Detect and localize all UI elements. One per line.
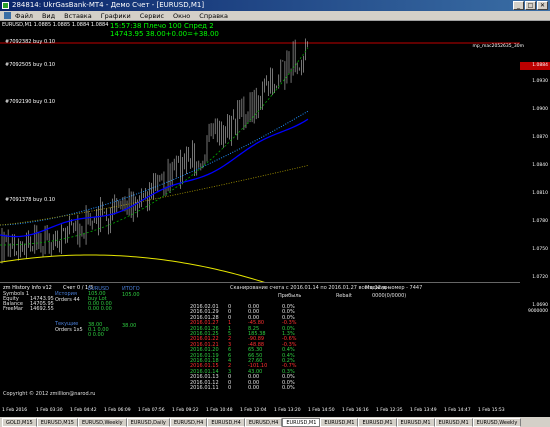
chart-tab[interactable]: EURUSD,M1	[282, 417, 321, 427]
price-label: 1.0780	[532, 219, 548, 224]
price-label: 1.0690	[532, 303, 548, 308]
close-button[interactable]: ✕	[537, 1, 548, 10]
blue-dotted-line	[0, 110, 309, 226]
app-icon	[2, 2, 9, 9]
chart-tab[interactable]: EURUSD,M1	[434, 417, 473, 427]
account-values: 14743.95 14705.95 14692.55	[30, 296, 54, 312]
chart-tab[interactable]: EURUSD,Weekly	[77, 417, 127, 427]
chart-tab[interactable]: EURUSD,H4	[207, 417, 245, 427]
current-values: 38.00 0.1 0.00 0 0.00	[88, 322, 109, 338]
chart-tab[interactable]: EURUSD,M1	[396, 417, 435, 427]
expert-name: mp_mac2052635_30m	[472, 44, 524, 49]
menu-window[interactable]: Окно	[173, 12, 190, 20]
history-total: 105.00	[122, 292, 140, 298]
chart-tab[interactable]: EURUSD,M15	[36, 417, 78, 427]
menu-charts[interactable]: Графики	[101, 12, 131, 20]
chart-header: EURUSD,M1 1.0885 1.0885 1.0884 1.0884	[2, 22, 109, 28]
green-envelope-line	[0, 47, 309, 246]
price-label: 1.0810	[532, 191, 548, 196]
menu-help[interactable]: Справка	[199, 12, 228, 20]
history-values: 105.00 buy Lot 0.00 0.00 0.00 0.00	[88, 291, 112, 312]
menu-file[interactable]: Файл	[15, 12, 33, 20]
magic-number: Маджик номер - 7447	[365, 285, 423, 291]
chart-tab[interactable]: EURUSD,M1	[358, 417, 397, 427]
price-label: 1.0870	[532, 135, 548, 140]
price-label: 1.0900	[532, 107, 548, 112]
rebate-value: 0000(0/0000)	[372, 293, 407, 299]
history-orders: Orders 44	[55, 297, 80, 303]
time-label: 1 Feb 2016	[2, 408, 28, 413]
time-label: 1 Feb 16:16	[342, 408, 369, 413]
chart-tab[interactable]: EURUSD,Weekly	[472, 417, 522, 427]
time-label: 1 Feb 12:04	[240, 408, 267, 413]
menu-tools[interactable]: Сервис	[140, 12, 164, 20]
menu-bar: Файл Вид Вставка Графики Сервис Окно Спр…	[0, 11, 550, 21]
panel-axis-label: 9000000	[527, 309, 548, 314]
order-label: #7091378 buy 0.10	[5, 197, 56, 203]
price-chart[interactable]	[0, 35, 520, 295]
price-label: 1.0750	[532, 247, 548, 252]
minimize-button[interactable]: _	[513, 1, 524, 10]
window-title-bar: 284814: UkrGasBank-MT4 - Демо Счет - [EU…	[0, 0, 550, 11]
window-title: 284814: UkrGasBank-MT4 - Демо Счет - [EU…	[12, 1, 205, 9]
chart-window-icon[interactable]	[4, 12, 11, 19]
order-label: #7092505 buy 0.10	[5, 62, 56, 68]
price-label: 1.0840	[532, 163, 548, 168]
current-orders: Orders 1x5	[55, 327, 83, 333]
time-label: 1 Feb 03:30	[36, 408, 63, 413]
chart-tabs: GOLD,M15 EURUSD,M15 EURUSD,Weekly EURUSD,Da…	[0, 417, 550, 427]
time-label: 1 Feb 14:47	[444, 408, 471, 413]
menu-insert[interactable]: Вставка	[64, 12, 92, 20]
time-label: 1 Feb 04:42	[70, 408, 97, 413]
time-label: 1 Feb 14:50	[308, 408, 335, 413]
history-table: 2016.02.01 0 0.00 0.0% 2016.01.29 0 0.00 0.0% 20…	[190, 304, 306, 392]
profit-header: Прибыль	[278, 293, 302, 299]
time-label: 1 Feb 12:35	[376, 408, 403, 413]
history-row: 2016.01.11 0 0.00 0.0%	[190, 385, 295, 392]
chart-tab[interactable]: EURUSD,H4	[169, 417, 208, 427]
order-label: #7092382 buy 0.10	[5, 39, 56, 45]
order-label: #7092190 buy 0.10	[5, 99, 56, 105]
chart-tab[interactable]: EURUSD,Daily	[126, 417, 170, 427]
account-labels: Symbols 1 Equity Balance FreeMar	[3, 291, 30, 312]
chart-tab[interactable]: EURUSD,M1	[320, 417, 359, 427]
menu-view[interactable]: Вид	[42, 12, 55, 20]
maximize-button[interactable]: □	[525, 1, 536, 10]
time-label: 1 Feb 09:22	[172, 408, 199, 413]
time-label: 1 Feb 10:48	[206, 408, 233, 413]
time-axis: 1 Feb 2016 1 Feb 03:30 1 Feb 04:42 1 Feb 06…	[0, 407, 520, 415]
history-info-panel: zm History Info v12 Счет 0 / 1/3 Symbols…	[0, 282, 520, 400]
chart-window[interactable]: EURUSD,M1 1.0885 1.0885 1.0884 1.0884 15…	[0, 21, 550, 417]
copyright: Copyright © 2012 zmillion@narod.ru	[3, 391, 96, 397]
info-line-2: 14743.95 38.00+0.00=+38.00	[110, 30, 219, 38]
time-label: 1 Feb 15:53	[478, 408, 505, 413]
chart-tab[interactable]: EURUSD,H4	[244, 417, 283, 427]
time-label: 1 Feb 13:20	[274, 408, 301, 413]
info-line-1: 15:57:38 Плечо 100 Спред 2	[110, 22, 214, 30]
time-label: 1 Feb 06:09	[104, 408, 131, 413]
time-label: 1 Feb 13:49	[410, 408, 437, 413]
rebate-header: Rebait	[336, 293, 352, 299]
current-total: 38.00	[122, 323, 137, 329]
time-label: 1 Feb 07:56	[138, 408, 165, 413]
price-label: 1.0720	[532, 275, 548, 280]
price-axis: 1.0930 1.0900 1.0870 1.0840 1.0810 1.078…	[520, 51, 550, 417]
chart-tab[interactable]: GOLD,M15	[2, 417, 37, 427]
price-label: 1.0930	[532, 79, 548, 84]
